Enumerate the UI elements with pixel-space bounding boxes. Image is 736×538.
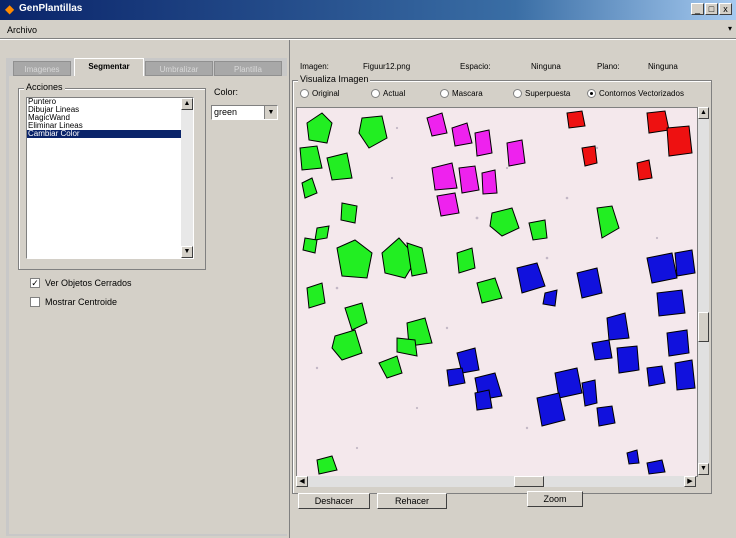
- radio-contornos-icon[interactable]: [587, 89, 596, 98]
- zoom-button[interactable]: Zoom: [527, 491, 583, 507]
- radio-superpuesta[interactable]: Superpuesta: [513, 89, 570, 98]
- radio-superpuesta-label: Superpuesta: [525, 89, 571, 98]
- radio-original-icon[interactable]: [300, 89, 309, 98]
- ver-objetos-cerrados-label: Ver Objetos Cerrados: [45, 278, 132, 288]
- espacio-value: Ninguna: [531, 62, 561, 71]
- radio-original-label: Original: [312, 89, 340, 98]
- window-title: GenPlantillas: [19, 3, 83, 14]
- tab-plantilla[interactable]: Plantilla: [214, 61, 282, 76]
- image-horizontal-scrollbar[interactable]: ◀ ▶: [296, 476, 696, 487]
- radio-actual-icon[interactable]: [371, 89, 380, 98]
- close-button[interactable]: x: [719, 3, 732, 15]
- list-item-cambiar-color[interactable]: Cambiar Color: [27, 130, 193, 138]
- color-select-value: green: [214, 107, 238, 117]
- menu-arrow-icon[interactable]: ▾: [728, 24, 732, 33]
- visualiza-legend: Visualiza Imagen: [298, 74, 371, 84]
- scroll-down-icon[interactable]: ▼: [698, 463, 709, 475]
- imagen-label: Imagen:: [300, 62, 329, 71]
- image-canvas[interactable]: [296, 107, 698, 477]
- radio-mascara[interactable]: Mascara: [440, 89, 483, 98]
- vertical-scroll-thumb[interactable]: [698, 312, 709, 342]
- scroll-up-icon[interactable]: ▲: [698, 107, 709, 119]
- chevron-down-icon[interactable]: ▼: [264, 106, 277, 119]
- tab-umbralizar[interactable]: Umbralizar: [145, 61, 213, 76]
- image-vertical-scrollbar[interactable]: ▲ ▼: [698, 107, 709, 475]
- maximize-button[interactable]: □: [705, 3, 718, 15]
- scroll-left-icon[interactable]: ◀: [296, 476, 308, 487]
- acciones-legend: Acciones: [24, 82, 65, 92]
- segmented-image[interactable]: [297, 108, 697, 476]
- imagen-value: Figuur12.png: [363, 62, 411, 71]
- radio-mascara-icon[interactable]: [440, 89, 449, 98]
- rehacer-button[interactable]: Rehacer: [377, 493, 447, 509]
- radio-actual[interactable]: Actual: [371, 89, 405, 98]
- acciones-listbox[interactable]: Puntero Dibujar Lineas MagicWand Elimina…: [26, 97, 194, 259]
- plano-label: Plano:: [597, 62, 620, 71]
- minimize-button[interactable]: _: [691, 3, 704, 15]
- menu-archivo[interactable]: Archivo: [7, 25, 37, 35]
- plano-value: Ninguna: [648, 62, 678, 71]
- window-controls: _ □ x: [691, 3, 732, 15]
- radio-mascara-label: Mascara: [452, 89, 483, 98]
- horizontal-scroll-thumb[interactable]: [514, 476, 544, 487]
- mostrar-centroide-label: Mostrar Centroide: [45, 297, 118, 307]
- title-bar: ◆ GenPlantillas _ □ x: [0, 0, 736, 20]
- menu-bar: Archivo ▾: [0, 20, 736, 38]
- radio-actual-label: Actual: [383, 89, 406, 98]
- color-label: Color:: [214, 87, 239, 97]
- radio-contornos-vectorizados[interactable]: Contornos Vectorizados: [587, 89, 684, 98]
- deshacer-button[interactable]: Deshacer: [298, 493, 370, 509]
- matlab-logo-icon: ◆: [5, 2, 15, 16]
- tab-imagenes[interactable]: Imagenes: [13, 61, 71, 76]
- scroll-up-icon[interactable]: ▲: [181, 98, 193, 110]
- radio-original[interactable]: Original: [300, 89, 340, 98]
- listbox-scrollbar[interactable]: ▲ ▼: [181, 98, 193, 258]
- scroll-down-icon[interactable]: ▼: [181, 246, 193, 258]
- scroll-right-icon[interactable]: ▶: [684, 476, 696, 487]
- radio-contornos-label: Contornos Vectorizados: [599, 89, 684, 98]
- color-select[interactable]: green ▼: [211, 105, 278, 120]
- radio-superpuesta-icon[interactable]: [513, 89, 522, 98]
- ver-objetos-cerrados-checkbox[interactable]: ✓: [30, 278, 40, 288]
- mostrar-centroide-checkbox[interactable]: [30, 297, 40, 307]
- espacio-label: Espacio:: [460, 62, 491, 71]
- tab-segmentar[interactable]: Segmentar: [74, 58, 144, 76]
